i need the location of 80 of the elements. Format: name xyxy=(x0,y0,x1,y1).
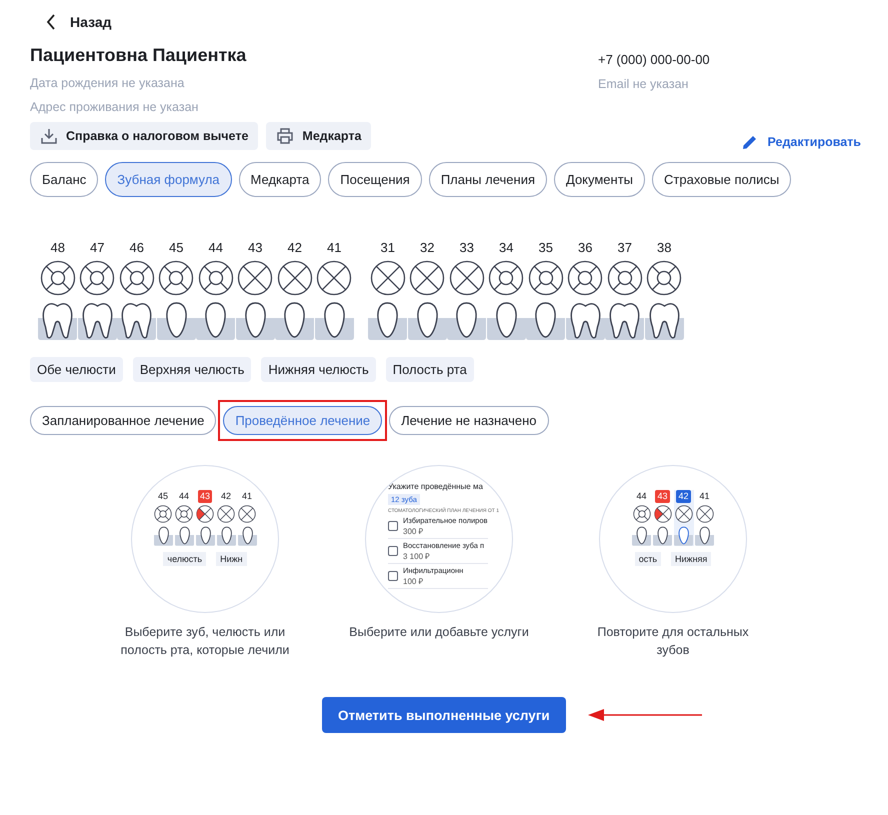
tooth-number: 37 xyxy=(618,240,632,257)
ring-mark-icon[interactable] xyxy=(118,260,155,296)
jaw-button[interactable]: Нижняя челюсть xyxy=(261,357,376,382)
ring-mark-icon[interactable] xyxy=(158,260,194,296)
ring-mark-icon[interactable] xyxy=(646,260,682,296)
tooth-number: 43 xyxy=(248,240,262,257)
service-price: 300 ₽ xyxy=(403,526,425,536)
tooth-number: 41 xyxy=(240,490,253,503)
cross-mark-icon[interactable] xyxy=(316,260,352,296)
tooth-number: 35 xyxy=(538,240,553,257)
treatment-filter[interactable]: Запланированное лечение xyxy=(30,406,216,435)
tooth-number: 43 xyxy=(198,490,212,503)
cross-mark-icon[interactable] xyxy=(276,260,313,296)
tab[interactable]: Документы xyxy=(554,162,646,197)
email-text: Email не указан xyxy=(598,77,690,91)
printer-icon xyxy=(276,127,294,145)
tooth-number: 38 xyxy=(657,240,672,257)
ring-mark-icon[interactable] xyxy=(40,260,76,296)
tooth-number: 47 xyxy=(90,240,104,257)
ring-mark-icon[interactable] xyxy=(567,260,604,296)
mark-services-button[interactable]: Отметить выполненные услуги xyxy=(322,697,566,734)
tab[interactable]: Посещения xyxy=(328,162,422,197)
tab[interactable]: Баланс xyxy=(30,162,98,197)
jaw-chip: ость xyxy=(634,552,662,566)
jaw-button[interactable]: Полость рта xyxy=(386,357,474,382)
medical-card-button[interactable]: Медкарта xyxy=(266,122,372,150)
tab[interactable]: Планы лечения xyxy=(428,162,547,197)
ring-mark-icon[interactable] xyxy=(79,260,116,296)
jaw-chip: челюсть xyxy=(163,552,206,566)
tooth-number: 32 xyxy=(420,240,434,257)
treatment-filter[interactable]: Лечение не назначено xyxy=(389,406,549,435)
cross-mark-icon[interactable] xyxy=(409,260,446,296)
jaw-button[interactable]: Верхняя челюсть xyxy=(132,357,252,382)
tab[interactable]: Медкарта xyxy=(238,162,322,197)
back-button[interactable]: Назад xyxy=(30,12,112,32)
ring-mark-icon[interactable] xyxy=(488,260,524,296)
tooth-number: 48 xyxy=(50,240,65,257)
tooth-number: 36 xyxy=(578,240,592,257)
tooth-number: 44 xyxy=(178,490,190,503)
step-caption: Выберите или добавьте услуги xyxy=(349,624,529,641)
tooth-number: 42 xyxy=(220,490,232,503)
tooth-number: 43 xyxy=(655,490,670,503)
jaw-button[interactable]: Обе челюсти xyxy=(30,357,123,382)
ring-mark-icon[interactable] xyxy=(606,260,643,296)
tooth-number: 42 xyxy=(676,490,690,503)
cross-mark-icon[interactable] xyxy=(237,260,274,296)
tooth-number: 42 xyxy=(288,240,302,257)
jaw-chip: Нижняя xyxy=(671,552,712,566)
step-caption: Выберите зуб, челюсть или полость рта, которые лечили xyxy=(120,624,290,660)
services-title: Укажите проведённые ма xyxy=(388,482,484,491)
cross-mark-icon[interactable] xyxy=(370,260,406,296)
tooth-number: 46 xyxy=(130,240,144,257)
ring-mark-icon[interactable] xyxy=(528,260,564,296)
download-icon xyxy=(40,127,58,145)
address-text: Адрес проживания не указан xyxy=(30,100,200,114)
tooth-number: 41 xyxy=(327,240,342,257)
tooth-number: 31 xyxy=(380,240,395,257)
chevron-left-icon xyxy=(46,14,56,30)
tab[interactable]: Зубная формула xyxy=(105,162,232,197)
patient-name: Пациентовна Пациентка xyxy=(30,45,248,66)
tooth-number: 44 xyxy=(208,240,223,257)
tooth-number: 33 xyxy=(460,240,474,257)
treatment-filter[interactable]: Проведённое лечение xyxy=(223,406,382,435)
tooth-number: 34 xyxy=(499,240,514,257)
tax-certificate-button[interactable]: Справка о налоговом вычете xyxy=(30,122,258,150)
phone-text: +7 (000) 000-00-00 xyxy=(598,52,710,67)
tooth-number: 45 xyxy=(169,240,184,257)
service-price: 100 ₽ xyxy=(403,576,425,586)
service-price: 3 100 ₽ xyxy=(403,551,432,561)
birth-date-text: Дата рождения не указана xyxy=(30,76,186,90)
pencil-icon xyxy=(742,134,758,150)
jaw-chip: Нижн xyxy=(216,552,247,566)
ring-mark-icon[interactable] xyxy=(198,260,234,296)
step-caption: Повторите для остальных зубов xyxy=(596,624,750,660)
tooth-number: 41 xyxy=(698,490,710,503)
tooth-number: 45 xyxy=(156,490,169,503)
cross-mark-icon[interactable] xyxy=(448,260,485,296)
tooth-number: 44 xyxy=(635,490,648,503)
tab[interactable]: Страховые полисы xyxy=(652,162,792,197)
edit-button[interactable]: Редактировать xyxy=(742,134,861,150)
